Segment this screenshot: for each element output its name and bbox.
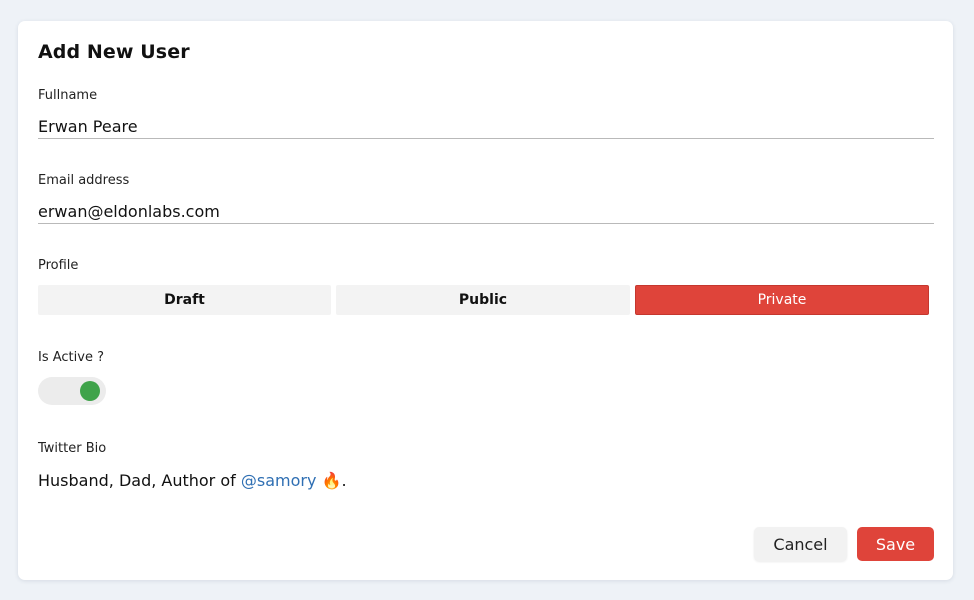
cancel-button[interactable]: Cancel — [754, 527, 847, 561]
toggle-knob — [80, 381, 100, 401]
email-label: Email address — [38, 173, 130, 188]
add-user-card: Add New User Fullname Email address Prof… — [18, 21, 953, 580]
fullname-field[interactable] — [38, 114, 934, 139]
profile-label: Profile — [38, 258, 79, 273]
profile-option-private[interactable]: Private — [635, 285, 929, 315]
is-active-label: Is Active ? — [38, 350, 104, 365]
twitter-bio-text: Husband, Dad, Author of @samory 🔥. — [38, 471, 347, 490]
page-title: Add New User — [38, 41, 190, 63]
save-button[interactable]: Save — [857, 527, 934, 561]
fire-icon: 🔥 — [321, 471, 342, 490]
profile-option-draft[interactable]: Draft — [38, 285, 331, 315]
email-field[interactable] — [38, 199, 934, 224]
bio-mention-link[interactable]: @samory — [241, 471, 317, 490]
bio-prefix: Husband, Dad, Author of — [38, 471, 241, 490]
bio-suffix: . — [341, 471, 347, 490]
fullname-label: Fullname — [38, 88, 98, 103]
profile-option-public[interactable]: Public — [336, 285, 630, 315]
twitter-bio-label: Twitter Bio — [38, 441, 107, 456]
is-active-toggle[interactable] — [38, 377, 106, 405]
